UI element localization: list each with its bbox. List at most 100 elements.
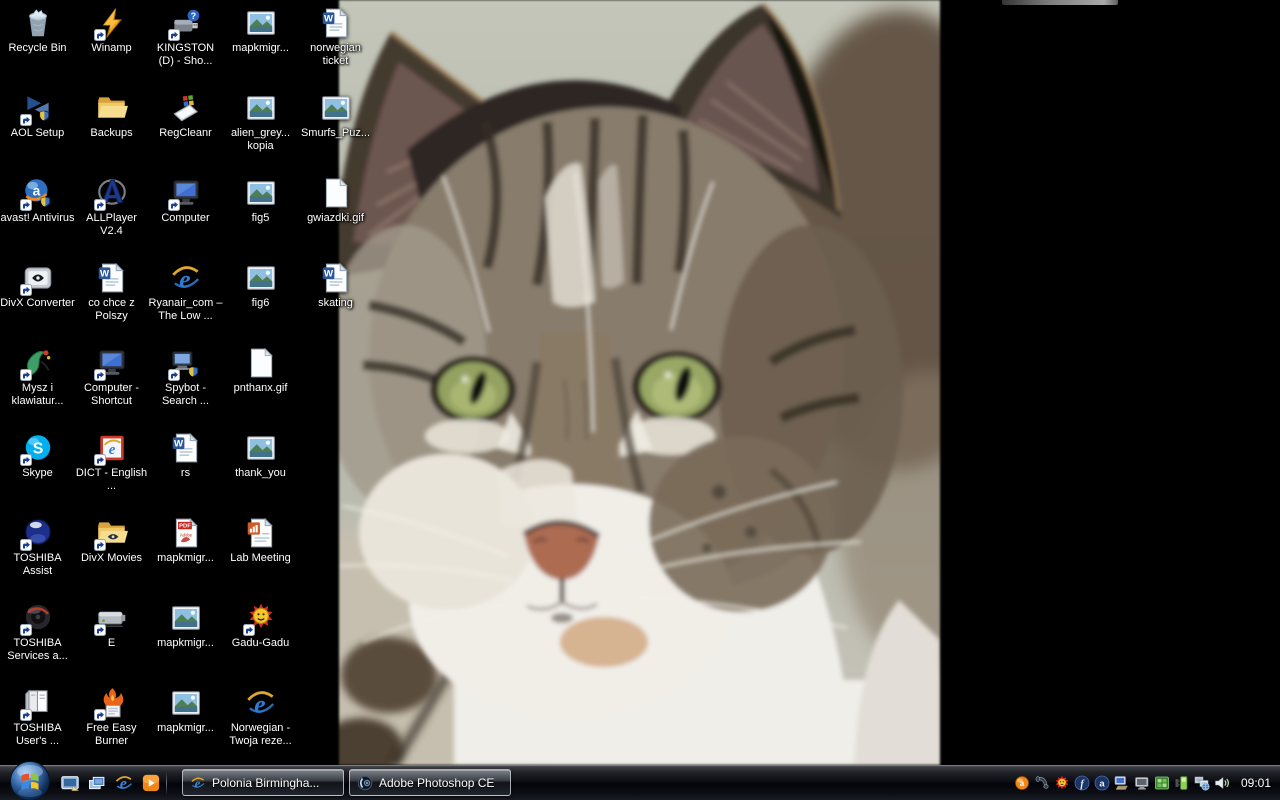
shortcut-arrow-icon (20, 114, 32, 126)
picture-icon (169, 686, 203, 720)
desktop-icon-toshiba-services-a[interactable]: TOSHIBA Services a... (0, 601, 75, 663)
icon-label: Winamp (91, 42, 131, 55)
desktop-icon-dict-english[interactable]: eDICT - English ... (74, 431, 149, 493)
desktop-icon-e[interactable]: E (74, 601, 149, 650)
desktop-icon-spybot-search[interactable]: Spybot - Search ... (148, 346, 223, 408)
icon-label: Backups (90, 127, 132, 140)
desktop-icon-fig6[interactable]: fig6 (223, 261, 298, 310)
desktop-icon-lab-meeting[interactable]: Lab Meeting (223, 516, 298, 565)
quick-launch-switch-windows-icon[interactable] (87, 773, 107, 793)
desktop-icon-toshiba-assist[interactable]: TOSHIBA Assist (0, 516, 75, 578)
book-icon (21, 686, 55, 720)
desktop-icon-divx-movies[interactable]: DivX Movies (74, 516, 149, 565)
icon-label: Lab Meeting (230, 552, 291, 565)
quick-launch-internet-explorer-icon[interactable]: e (114, 773, 134, 793)
shortcut-arrow-icon (20, 709, 32, 721)
drive-icon (95, 601, 129, 635)
svg-text:a: a (1020, 779, 1025, 788)
divx-converter-icon (21, 261, 55, 295)
internet-explorer-icon: e (244, 686, 278, 720)
desktop-icon-mapkmigr[interactable]: mapkmigr... (148, 601, 223, 650)
desktop[interactable]: Recycle Bin AOL Setup aavast! Antivirus Div… (0, 0, 1280, 800)
desktop-icon-computer-shortcut[interactable]: Computer - Shortcut (74, 346, 149, 408)
icon-label: Computer - Shortcut (74, 382, 149, 408)
desktop-icon-computer[interactable]: Computer (148, 176, 223, 225)
tray-monitor-icon[interactable] (1134, 775, 1150, 791)
taskbar-button-adobe-photoshop-ce[interactable]: Adobe Photoshop CE (349, 769, 511, 796)
desktop-icon-norwegian-ticket[interactable]: Wnorwegian ticket (298, 6, 373, 68)
desktop-icon-skype[interactable]: SSkype (0, 431, 75, 480)
start-button[interactable] (8, 759, 52, 800)
quick-launch-bar: e (60, 773, 161, 793)
blank-doc-icon (244, 346, 278, 380)
desktop-icon-gadu-gadu[interactable]: Gadu-Gadu (223, 601, 298, 650)
desktop-icon-toshiba-user-s[interactable]: TOSHIBA User's ... (0, 686, 75, 748)
icon-label: co chce z Polszy (74, 297, 149, 323)
icon-label: mapkmigr... (232, 42, 289, 55)
desktop-icon-avast-antivirus[interactable]: aavast! Antivirus (0, 176, 75, 225)
shortcut-arrow-icon (94, 624, 106, 636)
shortcut-arrow-icon (94, 199, 106, 211)
tray-badge-a-icon[interactable]: a (1094, 775, 1110, 791)
tray-gadu-gadu-icon[interactable] (1054, 775, 1070, 791)
svg-text:PDF: PDF (179, 524, 191, 530)
desktop-icon-winamp[interactable]: Winamp (74, 6, 149, 55)
desktop-icon-pnthanx-gif[interactable]: pnthanx.gif (223, 346, 298, 395)
computer-icon (95, 346, 129, 380)
desktop-icon-fig5[interactable]: fig5 (223, 176, 298, 225)
internet-explorer-icon: e (190, 775, 206, 791)
aol-icon (21, 91, 55, 125)
tray-green-window-icon[interactable] (1154, 775, 1170, 791)
desktop-icon-divx-converter[interactable]: DivX Converter (0, 261, 75, 310)
tray-badge-f-icon[interactable]: f (1074, 775, 1090, 791)
desktop-icon-thank-you[interactable]: thank_you (223, 431, 298, 480)
taskbar-button-polonia-birmingha[interactable]: e Polonia Birmingha... (182, 769, 344, 796)
taskbar-clock[interactable]: 09:01 (1241, 776, 1271, 790)
avast-icon: a (21, 176, 55, 210)
desktop-icon-rs[interactable]: Wrs (148, 431, 223, 480)
tray-icons: afa (1014, 775, 1230, 791)
desktop-icon-mysz-i-klawiatur[interactable]: Mysz i klawiatur... (0, 346, 75, 408)
desktop-icon-mapkmigr[interactable]: mapkmigr... (223, 6, 298, 55)
svg-text:W: W (174, 438, 183, 449)
shortcut-arrow-icon (94, 709, 106, 721)
desktop-icon-aol-setup[interactable]: AOL Setup (0, 91, 75, 140)
picture-icon (169, 601, 203, 635)
svg-text:?: ? (190, 11, 196, 21)
icon-label: Computer (161, 212, 209, 225)
icon-label: RegCleanr (159, 127, 212, 140)
desktop-icon-allplayer-v2-4[interactable]: ALLPlayer V2.4 (74, 176, 149, 238)
skype-icon: S (21, 431, 55, 465)
desktop-icon-kingston-d-sho[interactable]: ?KINGSTON (D) - Sho... (148, 6, 223, 68)
tray-computer-icon[interactable] (1114, 775, 1130, 791)
icon-label: mapkmigr... (157, 552, 214, 565)
quick-launch-show-desktop-icon[interactable] (60, 773, 80, 793)
desktop-icon-backups[interactable]: Backups (74, 91, 149, 140)
shortcut-arrow-icon (94, 369, 106, 381)
icon-label: DivX Converter (0, 297, 75, 310)
desktop-icon-mapkmigr[interactable]: mapkmigr... (148, 686, 223, 735)
taskbar-button-label: Polonia Birmingha... (212, 776, 319, 790)
desktop-icon-gwiazdki-gif[interactable]: gwiazdki.gif (298, 176, 373, 225)
desktop-icon-mapkmigr[interactable]: PDFAdobemapkmigr... (148, 516, 223, 565)
desktop-icon-skating[interactable]: Wskating (298, 261, 373, 310)
tray-volume-icon[interactable] (1214, 775, 1230, 791)
desktop-icon-regcleanr[interactable]: RegCleanr (148, 91, 223, 140)
icon-label: mapkmigr... (157, 637, 214, 650)
svg-text:W: W (324, 13, 333, 24)
desktop-icon-co-chce-z-polszy[interactable]: Wco chce z Polszy (74, 261, 149, 323)
icon-label: fig6 (252, 297, 270, 310)
tray-power-icon[interactable] (1174, 775, 1190, 791)
desktop-icon-recycle-bin[interactable]: Recycle Bin (0, 6, 75, 55)
tray-avast-icon[interactable]: a (1014, 775, 1030, 791)
desktop-icon-ryanair-com-the-low[interactable]: eRyanair_com – The Low ... (148, 261, 223, 323)
desktop-icon-smurfs-puz[interactable]: Smurfs_Puz... (298, 91, 373, 140)
quick-launch-media-player-icon[interactable] (141, 773, 161, 793)
icon-label: ALLPlayer V2.4 (74, 212, 149, 238)
tray-phone-icon[interactable] (1034, 775, 1050, 791)
desktop-icon-free-easy-burner[interactable]: Free Easy Burner (74, 686, 149, 748)
tray-network-icon[interactable] (1194, 775, 1210, 791)
taskbar-divider (166, 771, 167, 795)
desktop-icon-alien-grey-kopia[interactable]: alien_grey... kopia (223, 91, 298, 153)
desktop-icon-norwegian-twoja-reze[interactable]: eNorwegian - Twoja reze... (223, 686, 298, 748)
